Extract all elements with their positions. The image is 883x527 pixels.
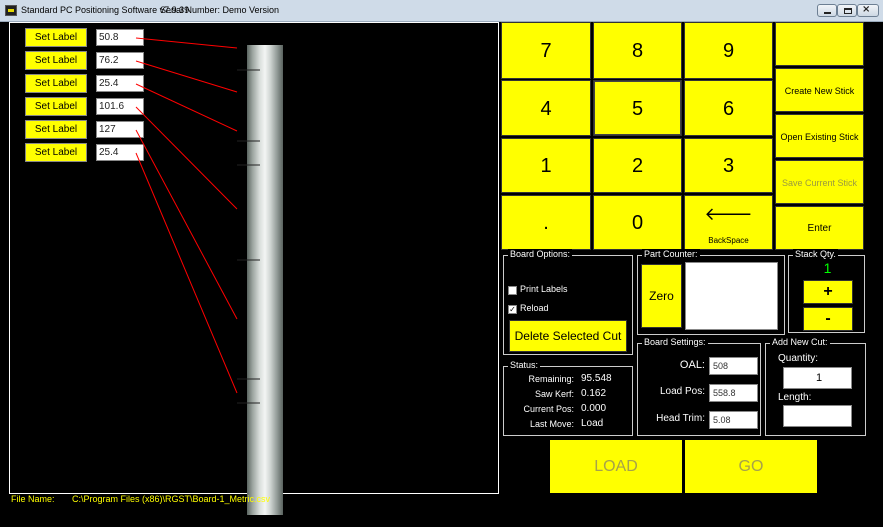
enter-button[interactable]: Enter <box>775 206 864 250</box>
serial-number: Serial Number: Demo Version <box>160 5 280 15</box>
open-existing-stick-button[interactable]: Open Existing Stick <box>775 114 864 158</box>
cut-lines <box>135 37 260 404</box>
cut-marks <box>237 69 260 404</box>
stack-qty-plus-button[interactable]: + <box>803 280 853 304</box>
app-icon <box>5 5 17 16</box>
length-input[interactable] <box>783 405 852 427</box>
delete-selected-cut-button[interactable]: Delete Selected Cut <box>509 320 627 352</box>
stack-qty-value: 1 <box>823 260 832 276</box>
load-pos-input[interactable]: 558.8 <box>709 384 758 402</box>
status-group: Status: Remaining: 95.548 Saw Kerf: 0.16… <box>503 360 633 436</box>
back-arrow-icon: 🡐 <box>704 204 753 225</box>
leader-lines <box>135 37 238 394</box>
load-button[interactable]: LOAD <box>550 440 682 493</box>
leader-line-2 <box>135 60 238 93</box>
minimize-icon <box>824 12 831 14</box>
quantity-input[interactable]: 1 <box>783 367 852 389</box>
last-move-value: Load <box>581 418 604 429</box>
saw-kerf-label: Saw Kerf: <box>534 389 574 399</box>
reload-checkbox[interactable]: ✓ <box>508 305 517 314</box>
key-7[interactable]: 7 <box>501 22 591 79</box>
board-settings-legend: Board Settings: <box>642 337 708 347</box>
file-name-label: File Name: <box>11 494 55 504</box>
maximize-button[interactable] <box>837 4 857 17</box>
key-2[interactable]: 2 <box>593 138 682 193</box>
minimize-button[interactable] <box>817 4 837 17</box>
oal-input[interactable]: 508 <box>709 357 758 375</box>
length-label: Length: <box>778 392 812 403</box>
key-6[interactable]: 6 <box>684 80 773 136</box>
title-bar: Standard PC Positioning Software v7.9.39… <box>0 0 883 22</box>
key-3[interactable]: 3 <box>684 138 773 193</box>
key-decimal[interactable]: . <box>501 195 591 250</box>
board-options-group: Board Options: Print Labels ✓ Reload Del… <box>503 249 633 355</box>
part-counter-legend: Part Counter: <box>642 249 700 259</box>
print-labels-checkbox[interactable] <box>508 286 517 295</box>
save-current-stick-button[interactable]: Save Current Stick <box>775 160 864 204</box>
reload-label: Reload <box>520 303 549 313</box>
close-button[interactable]: × <box>857 4 879 17</box>
key-5[interactable]: 5 <box>593 80 682 136</box>
cut-list-panel: Set Label 50.8 Set Label 76.2 Set Label … <box>9 22 499 515</box>
status-legend: Status: <box>508 360 541 370</box>
zero-button[interactable]: Zero <box>641 264 682 328</box>
backspace-label: BackSpace <box>708 236 749 245</box>
current-pos-value: 0.000 <box>581 403 607 414</box>
leader-line-6 <box>135 152 238 394</box>
key-8[interactable]: 8 <box>593 22 682 79</box>
close-icon: × <box>862 4 871 15</box>
saw-kerf-value: 0.162 <box>581 388 607 399</box>
load-pos-label: Load Pos: <box>659 386 705 397</box>
last-move-label: Last Move: <box>529 419 574 429</box>
blank-button[interactable] <box>775 22 864 66</box>
key-0[interactable]: 0 <box>593 195 682 250</box>
go-button[interactable]: GO <box>685 440 817 493</box>
leader-line-1 <box>135 37 238 49</box>
key-4[interactable]: 4 <box>501 80 591 136</box>
part-counter-display <box>685 262 778 330</box>
remaining-value: 95.548 <box>581 373 612 384</box>
key-9[interactable]: 9 <box>684 22 773 79</box>
file-path: C:\Program Files (x86)\RGST\Board-1_Metr… <box>72 494 271 504</box>
backspace-button[interactable]: 🡐 BackSpace <box>684 195 773 250</box>
leader-line-3 <box>135 83 238 132</box>
remaining-label: Remaining: <box>528 374 574 384</box>
stack-qty-minus-button[interactable]: - <box>803 307 853 331</box>
create-new-stick-button[interactable]: Create New Stick <box>775 68 864 112</box>
add-new-cut-group: Add New Cut: Quantity: 1 Length: <box>765 337 866 436</box>
board-settings-group: Board Settings: OAL: 508 Load Pos: 558.8… <box>637 337 761 436</box>
head-trim-label: Head Trim: <box>656 413 705 424</box>
maximize-icon <box>844 8 852 14</box>
quantity-label: Quantity: <box>778 353 819 364</box>
print-labels-label: Print Labels <box>520 284 568 294</box>
stack-qty-legend: Stack Qty. <box>793 249 838 259</box>
current-pos-label: Current Pos: <box>523 404 574 414</box>
stack-qty-group: Stack Qty. 1 + - <box>788 249 865 333</box>
add-new-cut-legend: Add New Cut: <box>770 337 830 347</box>
key-1[interactable]: 1 <box>501 138 591 193</box>
head-trim-input[interactable]: 5.08 <box>709 411 758 429</box>
part-counter-group: Part Counter: Zero <box>637 249 785 335</box>
board-options-legend: Board Options: <box>508 249 573 259</box>
oal-label: OAL: <box>679 359 705 371</box>
